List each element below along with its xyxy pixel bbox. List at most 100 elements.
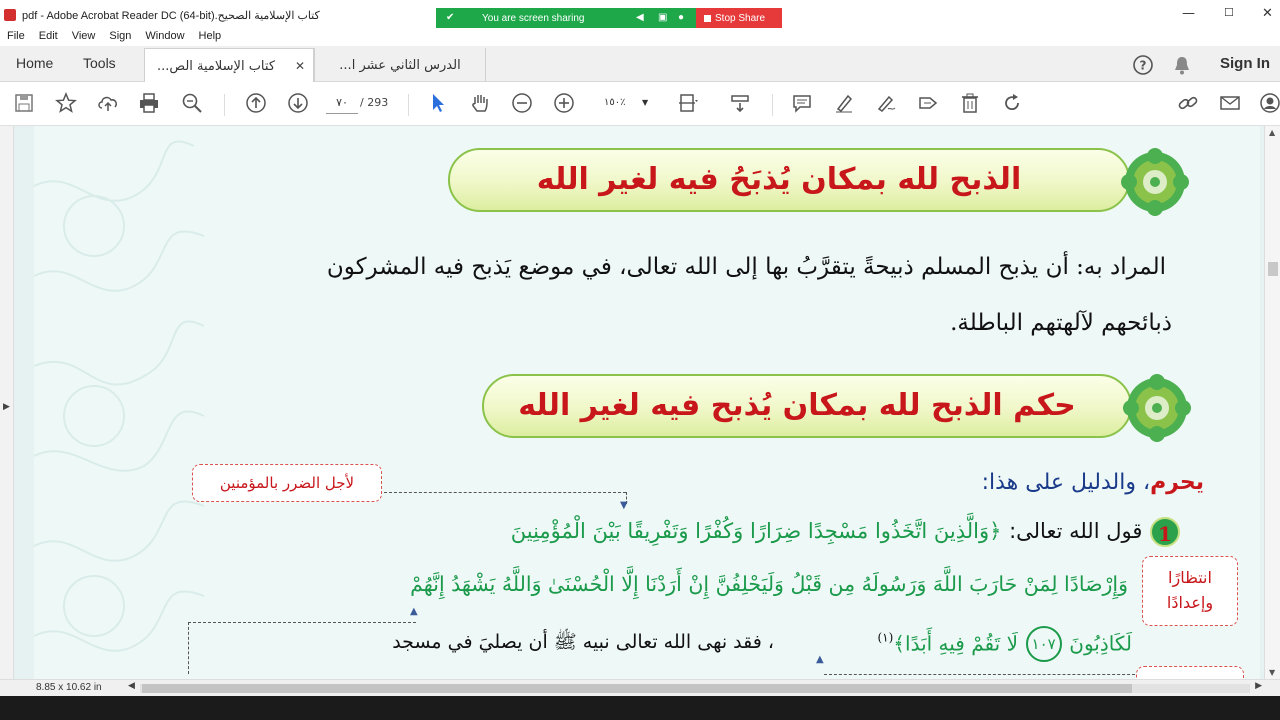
stop-share-label: Stop Share bbox=[715, 12, 766, 24]
section-heading-2: حكم الذبح لله بمكان يُذبح فيه لغير الله bbox=[518, 388, 1076, 423]
tab-document-label: الدرس الثاني عشر ا... bbox=[339, 57, 461, 73]
verse-line-3-end: لَكَاذِبُونَ bbox=[1069, 631, 1132, 656]
menu-file[interactable]: File bbox=[7, 28, 25, 46]
tab-document-active[interactable]: كتاب الإسلامية الص... ✕ bbox=[144, 48, 314, 83]
video-icon[interactable]: ▣ bbox=[658, 12, 667, 23]
after-verse-text: ، فقد نهى الله تعالى نبيه ﷺ أن يصليَ في … bbox=[392, 631, 774, 653]
next-page-icon[interactable] bbox=[286, 92, 310, 116]
page-ornament-pattern bbox=[34, 140, 205, 652]
stop-share-button[interactable]: Stop Share bbox=[696, 8, 782, 28]
definition-line-2: ذبائحهم لآلهتهم الباطلة. bbox=[950, 310, 1172, 336]
zoom-out-icon[interactable] bbox=[510, 92, 534, 116]
heading-banner-1: الذبح لله بمكان يُذبَحُ فيه لغير الله bbox=[448, 142, 1200, 222]
menu-help[interactable]: Help bbox=[199, 28, 222, 46]
bookmark-star-icon[interactable] bbox=[54, 92, 78, 116]
note-waiting-line-1: انتظارًا bbox=[1168, 568, 1212, 587]
scroll-right-icon[interactable]: ▶ bbox=[1255, 681, 1262, 691]
zoom-level-select[interactable]: ١٥٠٪ ▼ bbox=[600, 92, 656, 114]
shield-icon: ● bbox=[678, 12, 685, 23]
page-size-label: 8.85 x 10.62 in bbox=[36, 682, 102, 693]
upload-cloud-icon[interactable] bbox=[96, 92, 120, 116]
horizontal-scroll-thumb[interactable] bbox=[142, 684, 1132, 693]
horizontal-scrollbar[interactable]: ◀ ▶ bbox=[126, 681, 1264, 695]
close-tab-icon[interactable]: ✕ bbox=[295, 59, 305, 73]
note-connector bbox=[384, 492, 626, 493]
tab-document-label: كتاب الإسلامية الص... bbox=[157, 58, 276, 74]
previous-page-icon[interactable] bbox=[244, 92, 268, 116]
title-bar: كتاب الإسلامية الصحيح.pdf - Adobe Acroba… bbox=[0, 0, 1280, 28]
verse-line-1: ﴿وَالَّذِينَ اتَّخَذُوا مَسْجِدًا ضِرَار… bbox=[510, 519, 1002, 543]
document-viewport[interactable]: الذبح لله بمكان يُذبَحُ فيه لغير الله ال… bbox=[0, 126, 1264, 679]
definition-line-1: المراد به: أن يذبح المسلم ذبيحةً يتقرَّب… bbox=[326, 254, 1166, 280]
menu-sign[interactable]: Sign bbox=[109, 28, 131, 46]
sign-in-button[interactable]: Sign In bbox=[1220, 55, 1270, 72]
ruling-word: يحرم bbox=[1150, 470, 1204, 495]
tab-home[interactable]: Home bbox=[16, 55, 53, 71]
note-waiting-line-2: وإعدادًا bbox=[1166, 593, 1214, 612]
note-harm-believers: لأجل الضرر بالمؤمنين bbox=[192, 464, 382, 502]
scroll-down-icon[interactable]: ▼ bbox=[1269, 668, 1275, 677]
select-cursor-icon[interactable] bbox=[426, 92, 450, 116]
chevron-down-icon: ▼ bbox=[642, 98, 649, 107]
note-connector bbox=[824, 674, 1140, 675]
ayah-number-marker: ١٠٧ bbox=[1025, 626, 1062, 662]
footnote-ref[interactable]: (١) bbox=[877, 631, 893, 645]
minimize-button[interactable]: — bbox=[1182, 6, 1195, 21]
help-icon[interactable]: ? bbox=[1132, 54, 1154, 80]
vertical-scrollbar[interactable]: ▲ ▼ bbox=[1264, 126, 1280, 679]
hand-tool-icon[interactable] bbox=[468, 92, 492, 116]
email-envelope-icon[interactable] bbox=[1218, 92, 1242, 116]
note-connector bbox=[188, 622, 189, 674]
toolbar-divider bbox=[224, 94, 225, 116]
verse-line-3-phrase: لَا تَقُمْ فِيهِ أَبَدًا﴾ bbox=[893, 631, 1018, 656]
draw-sign-icon[interactable] bbox=[874, 92, 898, 116]
toolbar-divider bbox=[408, 94, 409, 116]
window-title: كتاب الإسلامية الصحيح.pdf - Adobe Acroba… bbox=[22, 10, 320, 22]
note-connector bbox=[188, 622, 416, 623]
chevron-right-icon: ▶ bbox=[3, 402, 10, 412]
zoom-in-icon[interactable] bbox=[552, 92, 576, 116]
print-icon[interactable] bbox=[137, 92, 161, 116]
share-link-icon[interactable] bbox=[1176, 92, 1200, 116]
ruling-line: يحرم، والدليل على هذا: bbox=[800, 470, 1204, 495]
evidence-intro: ، والدليل على هذا: bbox=[981, 470, 1151, 495]
fill-sign-icon[interactable] bbox=[916, 92, 940, 116]
maximize-button[interactable]: ☐ bbox=[1224, 6, 1234, 19]
menu-window[interactable]: Window bbox=[145, 28, 184, 46]
scroll-up-icon[interactable]: ▲ bbox=[1269, 128, 1275, 137]
heading-banner-2: حكم الذبح لله بمكان يُذبح فيه لغير الله bbox=[482, 368, 1202, 448]
audio-icon[interactable]: ◀ bbox=[636, 12, 644, 23]
notification-bell-icon[interactable] bbox=[1172, 54, 1192, 80]
item-number-badge: 1 bbox=[1150, 516, 1180, 547]
ornament-knot-icon bbox=[1123, 374, 1191, 442]
close-window-button[interactable]: ✕ bbox=[1262, 6, 1273, 21]
screen-share-status: You are screen sharing bbox=[482, 12, 585, 24]
menu-view[interactable]: View bbox=[72, 28, 96, 46]
save-icon[interactable] bbox=[12, 92, 36, 116]
tab-tools[interactable]: Tools bbox=[83, 55, 116, 71]
rotate-redo-icon[interactable] bbox=[1000, 92, 1024, 116]
comment-icon[interactable] bbox=[790, 92, 814, 116]
acrobat-window: كتاب الإسلامية الصحيح.pdf - Adobe Acroba… bbox=[0, 0, 1280, 720]
scroll-mode-icon[interactable] bbox=[728, 92, 752, 116]
page-fit-icon[interactable] bbox=[676, 92, 700, 116]
menu-edit[interactable]: Edit bbox=[39, 28, 58, 46]
tab-bar: Home Tools كتاب الإسلامية الص... ✕ الدرس… bbox=[0, 46, 1280, 83]
main-toolbar: ٧٠ / 293 ١٥٠٪ ▼ bbox=[0, 82, 1280, 126]
tab-document-second[interactable]: الدرس الثاني عشر ا... bbox=[314, 48, 486, 82]
delete-trash-icon[interactable] bbox=[958, 92, 982, 116]
highlight-pen-icon[interactable] bbox=[832, 92, 856, 116]
zoom-search-icon[interactable] bbox=[180, 92, 204, 116]
vertical-scroll-thumb[interactable] bbox=[1268, 262, 1278, 276]
screen-share-bar: ✔ You are screen sharing ◀ ▣ ● bbox=[436, 8, 696, 28]
section-heading-1: الذبح لله بمكان يُذبَحُ فيه لغير الله bbox=[536, 162, 1022, 197]
user-account-icon[interactable] bbox=[1258, 92, 1280, 116]
acrobat-app-icon bbox=[4, 9, 16, 21]
scroll-left-icon[interactable]: ◀ bbox=[128, 681, 135, 691]
left-panel-toggle[interactable]: ▶ bbox=[0, 126, 14, 679]
share-status-icon: ✔ bbox=[446, 12, 455, 23]
status-bar: 8.85 x 10.62 in ◀ ▶ bbox=[0, 679, 1280, 696]
zoom-level-value: ١٥٠٪ bbox=[604, 97, 626, 108]
menu-bar: File Edit View Sign Window Help bbox=[0, 28, 1280, 46]
page-number-input[interactable]: ٧٠ bbox=[326, 92, 358, 114]
